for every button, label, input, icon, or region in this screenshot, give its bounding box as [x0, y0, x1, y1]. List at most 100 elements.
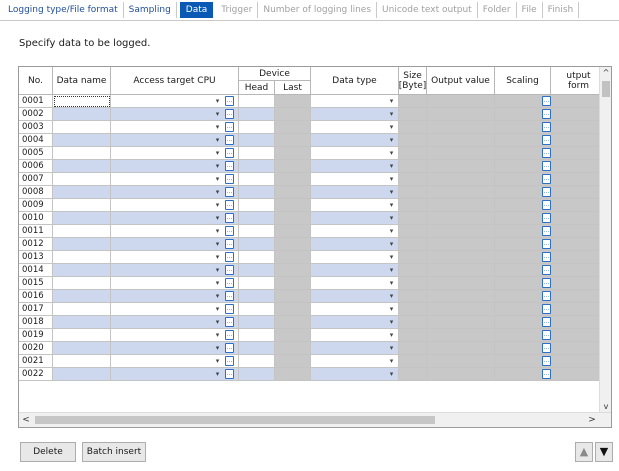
access-target-cpu-cell[interactable]: ▾… — [111, 160, 239, 173]
chevron-down-icon[interactable]: ▾ — [213, 317, 222, 327]
data-name-cell[interactable] — [53, 264, 111, 277]
ellipsis-icon[interactable]: … — [542, 252, 551, 262]
data-type-cell[interactable]: ▾ — [311, 238, 399, 251]
data-type-cell[interactable]: ▾ — [311, 147, 399, 160]
access-target-cpu-cell[interactable]: ▾… — [111, 329, 239, 342]
access-target-cpu-cell[interactable]: ▾… — [111, 342, 239, 355]
chevron-down-icon[interactable]: ▾ — [387, 148, 396, 158]
ellipsis-icon[interactable]: … — [225, 252, 234, 262]
ellipsis-icon[interactable]: … — [542, 148, 551, 158]
data-name-cell[interactable] — [53, 355, 111, 368]
ellipsis-icon[interactable]: … — [225, 317, 234, 327]
ellipsis-icon[interactable]: … — [225, 291, 234, 301]
chevron-down-icon[interactable]: ▾ — [213, 226, 222, 236]
ellipsis-icon[interactable]: … — [225, 213, 234, 223]
chevron-down-icon[interactable]: ▾ — [213, 304, 222, 314]
device-head-cell[interactable] — [239, 134, 275, 147]
access-target-cpu-cell[interactable]: ▾… — [111, 212, 239, 225]
data-type-cell[interactable]: ▾ — [311, 277, 399, 290]
device-head-cell[interactable] — [239, 121, 275, 134]
device-head-cell[interactable] — [239, 95, 275, 108]
data-name-cell[interactable] — [53, 251, 111, 264]
chevron-down-icon[interactable]: ▾ — [213, 96, 222, 106]
access-target-cpu-cell[interactable]: ▾… — [111, 251, 239, 264]
tab-file[interactable]: File — [517, 2, 543, 18]
chevron-down-icon[interactable]: ▾ — [213, 356, 222, 366]
ellipsis-icon[interactable]: … — [542, 161, 551, 171]
chevron-down-icon[interactable]: ▾ — [213, 239, 222, 249]
data-name-cell[interactable] — [53, 186, 111, 199]
access-target-cpu-cell[interactable]: ▾… — [111, 290, 239, 303]
ellipsis-icon[interactable]: … — [225, 200, 234, 210]
data-type-cell[interactable]: ▾ — [311, 251, 399, 264]
vertical-scrollbar[interactable]: ^ v — [599, 67, 611, 413]
device-head-cell[interactable] — [239, 147, 275, 160]
ellipsis-icon[interactable]: … — [225, 278, 234, 288]
access-target-cpu-cell[interactable]: ▾… — [111, 186, 239, 199]
ellipsis-icon[interactable]: … — [542, 187, 551, 197]
chevron-down-icon[interactable]: ▾ — [213, 252, 222, 262]
access-target-cpu-cell[interactable]: ▾… — [111, 147, 239, 160]
data-name-cell[interactable] — [53, 225, 111, 238]
chevron-down-icon[interactable]: ▾ — [387, 278, 396, 288]
chevron-down-icon[interactable]: ▾ — [213, 291, 222, 301]
device-head-cell[interactable] — [239, 173, 275, 186]
ellipsis-icon[interactable]: … — [225, 187, 234, 197]
ellipsis-icon[interactable]: … — [225, 265, 234, 275]
data-type-cell[interactable]: ▾ — [311, 264, 399, 277]
chevron-down-icon[interactable]: ▾ — [213, 200, 222, 210]
ellipsis-icon[interactable]: … — [225, 161, 234, 171]
data-name-cell[interactable] — [53, 342, 111, 355]
device-head-cell[interactable] — [239, 303, 275, 316]
data-name-cell[interactable] — [53, 134, 111, 147]
tab-number-of-logging-lines[interactable]: Number of logging lines — [258, 2, 378, 18]
ellipsis-icon[interactable]: … — [542, 239, 551, 249]
chevron-down-icon[interactable]: ▾ — [387, 135, 396, 145]
chevron-down-icon[interactable]: ▾ — [387, 213, 396, 223]
data-type-cell[interactable]: ▾ — [311, 95, 399, 108]
chevron-down-icon[interactable]: ▾ — [213, 122, 222, 132]
access-target-cpu-cell[interactable]: ▾… — [111, 238, 239, 251]
data-type-cell[interactable]: ▾ — [311, 173, 399, 186]
header-size[interactable]: Size [Byte] — [399, 67, 427, 95]
chevron-down-icon[interactable]: ▾ — [387, 187, 396, 197]
tab-logging-type-file-format[interactable]: Logging type/File format — [3, 2, 124, 18]
data-type-cell[interactable]: ▾ — [311, 303, 399, 316]
access-target-cpu-cell[interactable]: ▾… — [111, 355, 239, 368]
ellipsis-icon[interactable]: … — [542, 135, 551, 145]
data-type-cell[interactable]: ▾ — [311, 368, 399, 381]
tab-folder[interactable]: Folder — [478, 2, 517, 18]
ellipsis-icon[interactable]: … — [542, 304, 551, 314]
header-no[interactable]: No. — [19, 67, 53, 95]
data-name-cell[interactable] — [53, 147, 111, 160]
ellipsis-icon[interactable]: … — [225, 109, 234, 119]
ellipsis-icon[interactable]: … — [542, 96, 551, 106]
access-target-cpu-cell[interactable]: ▾… — [111, 303, 239, 316]
data-type-cell[interactable]: ▾ — [311, 316, 399, 329]
chevron-down-icon[interactable]: ▾ — [387, 226, 396, 236]
data-type-cell[interactable]: ▾ — [311, 134, 399, 147]
chevron-down-icon[interactable]: ▾ — [387, 161, 396, 171]
data-name-cell[interactable] — [53, 290, 111, 303]
move-down-button[interactable]: ▼ — [595, 442, 613, 462]
tab-trigger[interactable]: Trigger — [216, 2, 259, 18]
data-name-cell[interactable] — [53, 329, 111, 342]
ellipsis-icon[interactable]: … — [225, 148, 234, 158]
data-type-cell[interactable]: ▾ — [311, 329, 399, 342]
header-data-name[interactable]: Data name — [53, 67, 111, 95]
chevron-down-icon[interactable]: ▾ — [213, 148, 222, 158]
header-scaling[interactable]: Scaling — [495, 67, 551, 95]
chevron-down-icon[interactable]: ▾ — [213, 213, 222, 223]
data-name-cell[interactable] — [53, 303, 111, 316]
move-up-button[interactable]: ▲ — [575, 442, 593, 462]
access-target-cpu-cell[interactable]: ▾… — [111, 316, 239, 329]
device-head-cell[interactable] — [239, 251, 275, 264]
ellipsis-icon[interactable]: … — [225, 96, 234, 106]
header-data-type[interactable]: Data type — [311, 67, 399, 95]
device-head-cell[interactable] — [239, 238, 275, 251]
device-head-cell[interactable] — [239, 264, 275, 277]
data-name-cell[interactable] — [53, 108, 111, 121]
ellipsis-icon[interactable]: … — [225, 174, 234, 184]
chevron-down-icon[interactable]: ▾ — [387, 200, 396, 210]
ellipsis-icon[interactable]: … — [542, 200, 551, 210]
